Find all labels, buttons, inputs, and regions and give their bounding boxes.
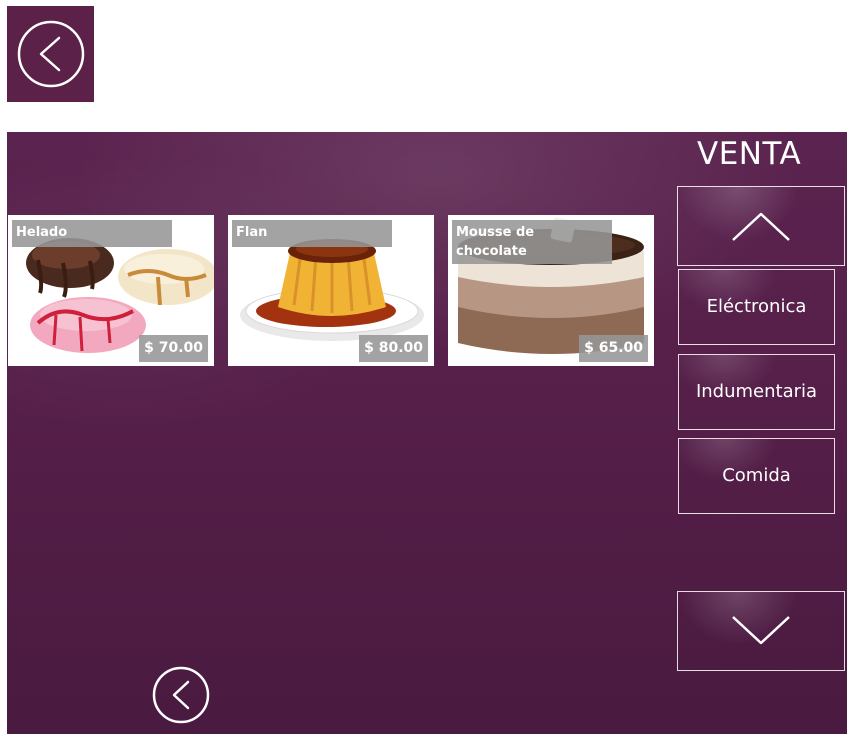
product-card-flan[interactable]: Flan $ 80.00 (228, 215, 434, 366)
sales-panel: VENTA Helado $ 70.00 Flan $ 80.00 Mousse… (7, 132, 847, 734)
top-back-button[interactable] (7, 6, 94, 102)
scroll-up-button[interactable] (677, 186, 845, 266)
panel-title: VENTA (697, 136, 802, 172)
category-button-comida[interactable]: Comida (678, 438, 835, 514)
product-price: $ 65.00 (579, 335, 648, 362)
product-card-mousse-de-chocolate[interactable]: Mousse de chocolate $ 65.00 (448, 215, 654, 366)
product-price: $ 70.00 (139, 335, 208, 362)
category-button-electronica[interactable]: Eléctronica (678, 269, 835, 345)
chevron-left-circle-icon (17, 20, 84, 88)
category-label: Comida (722, 465, 791, 486)
category-label: Eléctronica (706, 296, 807, 317)
product-name: Mousse de chocolate (452, 220, 612, 264)
product-card-helado[interactable]: Helado $ 70.00 (8, 215, 214, 366)
chevron-up-icon (732, 212, 790, 241)
product-name: Helado (12, 220, 172, 247)
bottom-back-button[interactable] (152, 666, 210, 724)
category-label: Indumentaria (695, 381, 818, 402)
product-name: Flan (232, 220, 392, 247)
scroll-down-button[interactable] (677, 591, 845, 671)
product-price: $ 80.00 (359, 335, 428, 362)
chevron-down-icon (732, 616, 790, 645)
chevron-left-circle-icon (152, 666, 210, 724)
category-button-indumentaria[interactable]: Indumentaria (678, 354, 835, 430)
